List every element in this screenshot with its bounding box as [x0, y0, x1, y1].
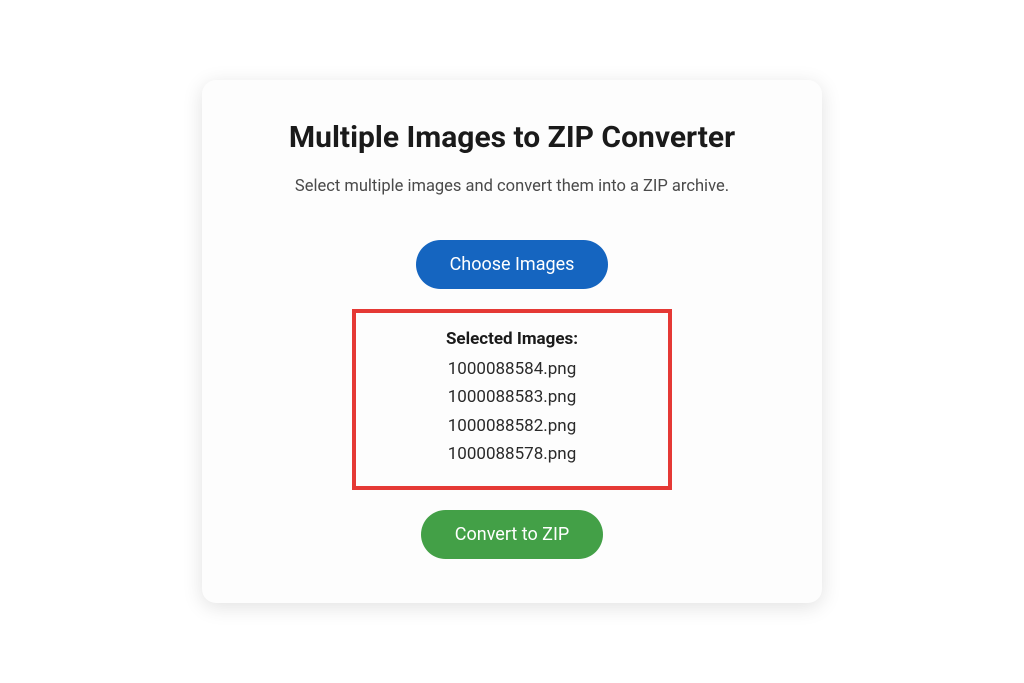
convert-to-zip-button[interactable]: Convert to ZIP [421, 510, 603, 559]
list-item: 1000088584.png [448, 355, 577, 383]
list-item: 1000088583.png [448, 383, 577, 411]
choose-images-button[interactable]: Choose Images [416, 240, 609, 289]
selected-images-box: Selected Images: 1000088584.png 10000885… [352, 309, 672, 489]
page-title: Multiple Images to ZIP Converter [289, 120, 735, 155]
list-item: 1000088582.png [448, 412, 577, 440]
selected-images-label: Selected Images: [446, 329, 578, 349]
converter-card: Multiple Images to ZIP Converter Select … [202, 80, 822, 602]
list-item: 1000088578.png [448, 440, 577, 468]
page-subtitle: Select multiple images and convert them … [295, 177, 729, 196]
